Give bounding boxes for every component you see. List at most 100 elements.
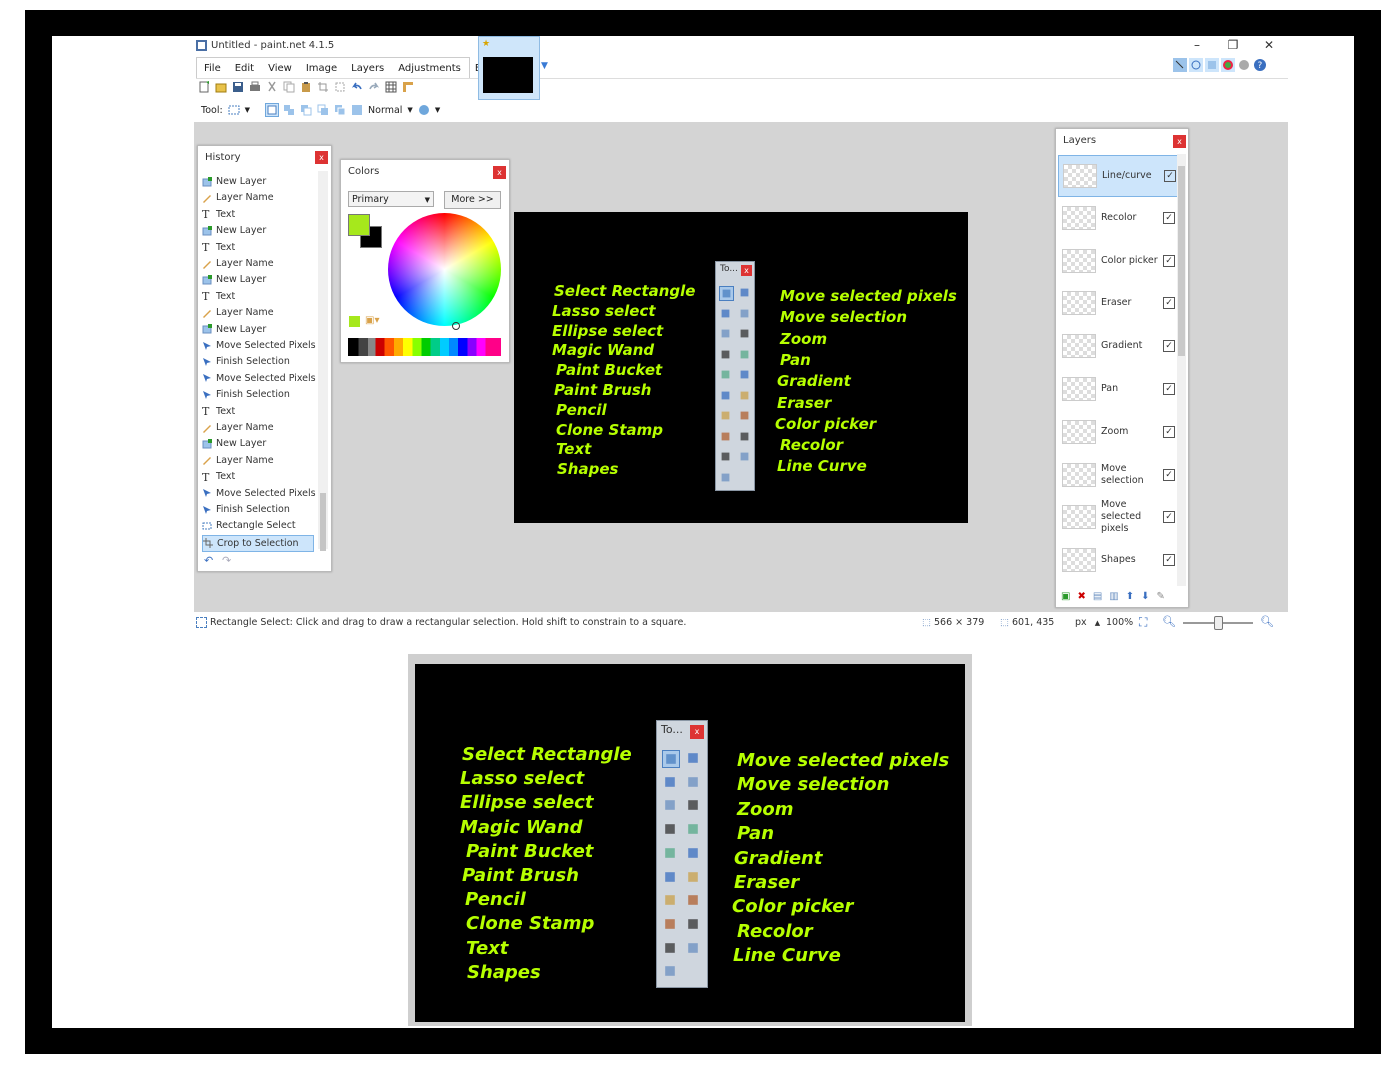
history-item[interactable]: Layer Name xyxy=(202,190,274,205)
history-item[interactable]: New Layer xyxy=(202,223,266,238)
history-item[interactable]: New Layer xyxy=(202,436,266,451)
layer-visibility-checkbox[interactable]: ✓ xyxy=(1163,211,1175,224)
colors-window-icon[interactable] xyxy=(1221,58,1235,72)
print-icon[interactable] xyxy=(249,81,261,93)
layer-visibility-checkbox[interactable]: ✓ xyxy=(1163,425,1175,438)
history-item[interactable]: Finish Selection xyxy=(202,354,290,369)
color-target-select[interactable]: Primary ▼ xyxy=(348,191,434,207)
selection-mode-intersect-icon[interactable] xyxy=(317,104,329,116)
image-thumbnail-tab[interactable]: ★ xyxy=(478,36,540,100)
menu-edit[interactable]: Edit xyxy=(228,63,261,74)
layer-visibility-checkbox[interactable]: ✓ xyxy=(1163,511,1175,524)
history-item[interactable]: Layer Name xyxy=(202,305,274,320)
history-item[interactable]: T Text xyxy=(202,207,235,222)
history-item[interactable]: T Text xyxy=(202,469,235,484)
layer-visibility-checkbox[interactable]: ✓ xyxy=(1163,254,1175,267)
zoom-in-icon[interactable]: 🔍︎ xyxy=(1260,615,1274,628)
paste-icon[interactable] xyxy=(300,81,312,93)
menu-adjustments[interactable]: Adjustments xyxy=(391,63,468,74)
selection-mode-union-icon[interactable] xyxy=(283,104,295,116)
history-item[interactable]: Layer Name xyxy=(202,256,274,271)
blend-mode-select[interactable]: Normal xyxy=(368,105,402,116)
history-window-icon[interactable] xyxy=(1189,58,1203,72)
layer-row[interactable]: Zoom ✓ xyxy=(1058,412,1178,452)
duplicate-layer-icon[interactable]: ▤ xyxy=(1093,591,1102,602)
deselect-icon[interactable] xyxy=(334,81,346,93)
color-wheel[interactable] xyxy=(388,213,501,326)
merge-layer-down-icon[interactable]: ▥ xyxy=(1109,591,1118,602)
history-item[interactable]: New Layer xyxy=(202,322,266,337)
history-undo-icon[interactable]: ↶ xyxy=(204,554,213,567)
history-item[interactable]: Finish Selection xyxy=(202,502,290,517)
layer-row[interactable]: Eraser ✓ xyxy=(1058,283,1178,323)
selection-mode-replace-icon[interactable] xyxy=(265,103,280,117)
history-scrollbar[interactable] xyxy=(318,171,328,551)
blend-dropdown-icon[interactable]: ▼ xyxy=(407,106,412,114)
history-item[interactable]: Move Selected Pixels xyxy=(202,338,316,353)
settings-icon[interactable] xyxy=(1237,58,1251,72)
history-item[interactable]: T Text xyxy=(202,404,235,419)
layer-row[interactable]: Recolor ✓ xyxy=(1058,198,1178,238)
palette-menu-icon[interactable]: ▣▾ xyxy=(365,315,379,326)
restore-button[interactable]: ❐ xyxy=(1226,38,1240,52)
antialiasing-icon[interactable] xyxy=(418,104,430,116)
layers-scrollbar[interactable] xyxy=(1177,154,1186,586)
menu-image[interactable]: Image xyxy=(299,63,344,74)
layer-row[interactable]: Move selection ✓ xyxy=(1058,455,1178,495)
rectangle-select-icon[interactable] xyxy=(228,104,240,116)
zoom-out-icon[interactable]: 🔍︎ xyxy=(1162,615,1176,628)
close-button[interactable]: ✕ xyxy=(1262,38,1276,52)
tools-window-icon[interactable] xyxy=(1173,58,1187,72)
layer-visibility-checkbox[interactable]: ✓ xyxy=(1164,170,1176,182)
history-item[interactable]: Crop to Selection xyxy=(202,534,314,552)
zoom-to-window-icon[interactable]: ⛶ xyxy=(1139,615,1147,630)
menu-view[interactable]: View xyxy=(261,63,299,74)
layers-close-button[interactable]: x xyxy=(1173,135,1186,148)
save-icon[interactable] xyxy=(232,81,244,93)
zoom-slider-thumb[interactable] xyxy=(1214,616,1223,630)
new-image-icon[interactable] xyxy=(198,81,210,93)
layer-properties-icon[interactable]: ✎ xyxy=(1157,591,1165,602)
history-redo-icon[interactable]: ↷ xyxy=(222,554,231,567)
delete-layer-icon[interactable]: ✖ xyxy=(1077,591,1085,602)
history-close-button[interactable]: x xyxy=(315,151,328,164)
selection-mode-exclude-icon[interactable] xyxy=(300,104,312,116)
layer-visibility-checkbox[interactable]: ✓ xyxy=(1163,468,1175,481)
history-item[interactable]: Layer Name xyxy=(202,420,274,435)
layer-row[interactable]: Line/curve ✓ xyxy=(1058,155,1180,197)
history-item[interactable]: New Layer xyxy=(202,174,266,189)
layer-row[interactable]: Gradient ✓ xyxy=(1058,326,1178,366)
open-icon[interactable] xyxy=(215,81,227,93)
image-canvas[interactable]: Select Rectangle Lasso select Ellipse sele… xyxy=(514,212,968,523)
layer-visibility-checkbox[interactable]: ✓ xyxy=(1163,383,1175,395)
menu-layers[interactable]: Layers xyxy=(344,63,391,74)
add-to-palette-icon[interactable] xyxy=(349,316,360,327)
colors-close-button[interactable]: x xyxy=(493,166,506,179)
help-icon[interactable]: ? xyxy=(1253,58,1267,72)
zoom-value[interactable]: 100% xyxy=(1106,617,1133,628)
history-item[interactable]: T Text xyxy=(202,289,235,304)
layer-visibility-checkbox[interactable]: ✓ xyxy=(1163,297,1175,310)
layer-row[interactable]: Shapes ✓ xyxy=(1058,540,1178,580)
history-item[interactable]: Rectangle Select xyxy=(202,518,296,533)
copy-icon[interactable] xyxy=(283,81,295,93)
units-select[interactable]: px ▲ xyxy=(1075,617,1100,628)
menu-file[interactable]: File xyxy=(197,63,228,74)
layer-visibility-checkbox[interactable]: ✓ xyxy=(1163,340,1175,353)
undo-icon[interactable] xyxy=(351,81,363,93)
history-item[interactable]: Move Selected Pixels xyxy=(202,486,316,501)
move-layer-up-icon[interactable]: ⬆ xyxy=(1126,591,1134,602)
history-item[interactable]: Layer Name xyxy=(202,453,274,468)
redo-icon[interactable] xyxy=(368,81,380,93)
layer-visibility-checkbox[interactable]: ✓ xyxy=(1163,554,1175,567)
grid-icon[interactable] xyxy=(385,81,397,93)
primary-color-swatch[interactable] xyxy=(348,214,370,236)
layers-window-icon[interactable] xyxy=(1205,58,1219,72)
selection-mode-invert-icon[interactable] xyxy=(334,104,346,116)
cut-icon[interactable] xyxy=(266,81,278,93)
layer-row[interactable]: Pan ✓ xyxy=(1058,369,1178,409)
color-palette[interactable] xyxy=(348,338,501,356)
layer-row[interactable]: Color picker ✓ xyxy=(1058,241,1178,281)
more-colors-button[interactable]: More >> xyxy=(444,191,501,209)
ruler-icon[interactable] xyxy=(402,81,414,93)
